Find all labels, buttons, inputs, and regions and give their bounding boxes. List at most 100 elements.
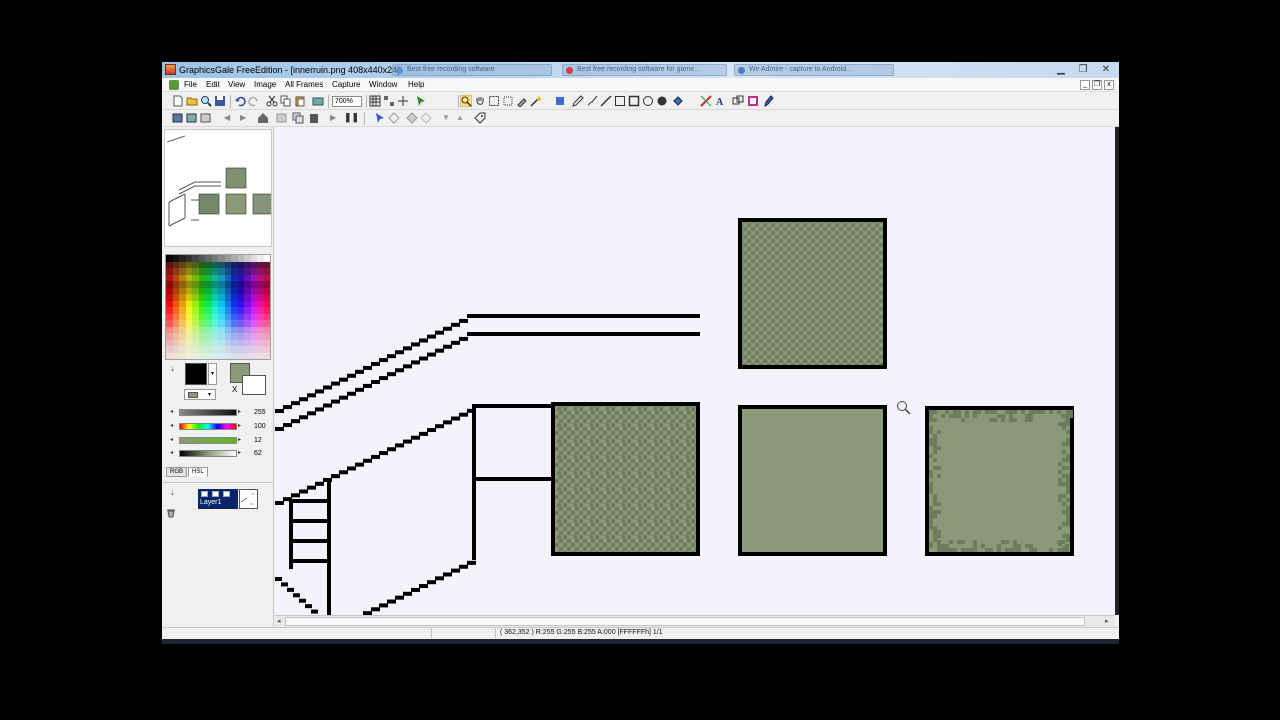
eyedropper-icon[interactable] xyxy=(516,95,528,107)
open-folder-icon[interactable] xyxy=(186,95,198,107)
primary-color-dropdown[interactable]: ▾ xyxy=(208,363,217,385)
scroll-right-icon[interactable]: ▸ xyxy=(1105,617,1109,625)
undo-icon[interactable] xyxy=(234,95,246,107)
layer-menu-icon[interactable]: ⇣ xyxy=(170,490,175,497)
layer-thumbnail[interactable] xyxy=(239,489,258,509)
zoom-tool-icon[interactable] xyxy=(460,95,472,107)
mask-add-icon[interactable] xyxy=(406,112,418,124)
next-frame-icon[interactable]: ▶ xyxy=(240,113,246,122)
layer-row[interactable]: Layer1 xyxy=(198,489,238,509)
selection-shape-icon[interactable] xyxy=(554,95,566,107)
background-color-swatch[interactable] xyxy=(242,375,266,395)
cut-icon[interactable] xyxy=(266,95,278,107)
menu-all-frames[interactable]: All Frames xyxy=(285,80,323,89)
rect-select-icon[interactable] xyxy=(488,95,500,107)
frame-copy-icon[interactable] xyxy=(292,112,304,124)
zoom-select[interactable]: 700% xyxy=(332,96,362,107)
mask-icon[interactable] xyxy=(388,112,400,124)
new-file-icon[interactable] xyxy=(172,95,184,107)
magic-wand-icon[interactable] xyxy=(530,95,542,107)
preview-pane[interactable] xyxy=(164,129,272,247)
redo-icon[interactable] xyxy=(248,95,260,107)
trash-icon[interactable] xyxy=(166,508,176,518)
save-icon[interactable] xyxy=(214,95,226,107)
add-frame-icon[interactable] xyxy=(172,112,184,124)
tag-icon[interactable] xyxy=(474,112,486,124)
cursor-mode-icon[interactable] xyxy=(415,95,427,107)
document-icon[interactable] xyxy=(169,80,179,90)
pen-tool-icon[interactable] xyxy=(572,95,584,107)
layer-options-icon[interactable] xyxy=(223,491,230,497)
previous-frame-icon[interactable]: ◀ xyxy=(224,113,230,122)
move-down-icon[interactable]: ▼ xyxy=(442,113,450,122)
tab-rgb[interactable]: RGB xyxy=(166,467,188,477)
menu-edit[interactable]: Edit xyxy=(206,80,220,89)
filled-ellipse-tool-icon[interactable] xyxy=(656,95,668,107)
ellipse-tool-icon[interactable] xyxy=(642,95,654,107)
palette-menu-icon[interactable]: ⇣ xyxy=(170,366,175,373)
mask-remove-icon[interactable] xyxy=(420,112,432,124)
minimize-button[interactable]: ▁ xyxy=(1051,63,1071,77)
brush-tool-icon[interactable] xyxy=(586,95,598,107)
onion-skin-icon[interactable] xyxy=(276,112,288,124)
slider-right-arrow[interactable]: ▸ xyxy=(238,422,241,429)
slider-left-arrow[interactable]: ◂ xyxy=(170,422,173,429)
slider-left-arrow[interactable]: ◂ xyxy=(170,449,173,456)
play-icon[interactable]: ▶ xyxy=(330,113,336,122)
rectangle-tool-icon[interactable] xyxy=(614,95,626,107)
slider-right-arrow[interactable]: ▸ xyxy=(238,449,241,456)
home-frame-icon[interactable] xyxy=(257,112,269,124)
copy-icon[interactable] xyxy=(280,95,292,107)
fill-tool-icon[interactable] xyxy=(672,95,684,107)
pencil-mode-icon[interactable] xyxy=(762,95,774,107)
scroll-thumb[interactable] xyxy=(285,617,1085,626)
close-button[interactable]: ✕ xyxy=(1096,63,1116,77)
layer-lock-icon[interactable] xyxy=(212,491,219,497)
pixel-artwork[interactable] xyxy=(275,127,1115,615)
hue-slider[interactable] xyxy=(179,423,237,430)
primary-color-swatch[interactable] xyxy=(185,363,207,385)
mdi-minimize-button[interactable]: _ xyxy=(1080,80,1090,90)
layer-image-icon[interactable] xyxy=(312,95,324,107)
horizontal-scrollbar[interactable]: ◂ ▸ xyxy=(275,615,1115,627)
hand-tool-icon[interactable] xyxy=(474,95,486,107)
text-tool-icon[interactable]: A xyxy=(714,95,726,107)
alpha-slider[interactable] xyxy=(179,409,237,416)
menu-view[interactable]: View xyxy=(228,80,245,89)
pause-icon[interactable]: ❚❚ xyxy=(344,112,359,123)
delete-frame-icon[interactable] xyxy=(200,112,212,124)
slider-right-arrow[interactable]: ▸ xyxy=(238,408,241,415)
lasso-select-icon[interactable] xyxy=(502,95,514,107)
color-mode-select[interactable]: ▾ xyxy=(184,389,216,400)
menu-help[interactable]: Help xyxy=(408,80,424,89)
tile-view-icon[interactable] xyxy=(383,95,395,107)
filled-rectangle-tool-icon[interactable] xyxy=(628,95,640,107)
mdi-restore-button[interactable]: ❐ xyxy=(1092,80,1102,90)
saturation-slider[interactable] xyxy=(179,437,237,444)
frame-paste-icon[interactable] xyxy=(308,112,320,124)
transform-icon[interactable] xyxy=(732,95,744,107)
menu-file[interactable]: File xyxy=(184,80,197,89)
paste-icon[interactable] xyxy=(294,95,306,107)
maximize-button[interactable]: ❐ xyxy=(1073,63,1093,77)
slider-left-arrow[interactable]: ◂ xyxy=(170,408,173,415)
frame-list-icon[interactable] xyxy=(186,112,198,124)
vertical-scrollbar[interactable] xyxy=(1115,127,1119,615)
line-tool-icon[interactable] xyxy=(600,95,612,107)
menu-window[interactable]: Window xyxy=(369,80,397,89)
cursor-icon[interactable] xyxy=(374,112,386,124)
color-picker-icon[interactable] xyxy=(747,95,759,107)
luminance-slider[interactable] xyxy=(179,450,237,457)
layer-visible-icon[interactable] xyxy=(201,491,208,497)
menu-capture[interactable]: Capture xyxy=(332,80,360,89)
move-up-icon[interactable]: ▲ xyxy=(456,113,464,122)
title-bar[interactable]: GraphicsGale FreeEdition - [innerruin.pn… xyxy=(162,62,1119,78)
mdi-close-button[interactable]: x xyxy=(1104,80,1114,90)
gradient-tool-icon[interactable] xyxy=(700,95,712,107)
grid-icon[interactable] xyxy=(369,95,381,107)
color-palette[interactable] xyxy=(165,254,271,360)
browse-icon[interactable] xyxy=(200,95,212,107)
palette-swatch[interactable] xyxy=(263,352,270,359)
drawing-canvas[interactable] xyxy=(275,127,1115,615)
guide-icon[interactable] xyxy=(397,95,409,107)
